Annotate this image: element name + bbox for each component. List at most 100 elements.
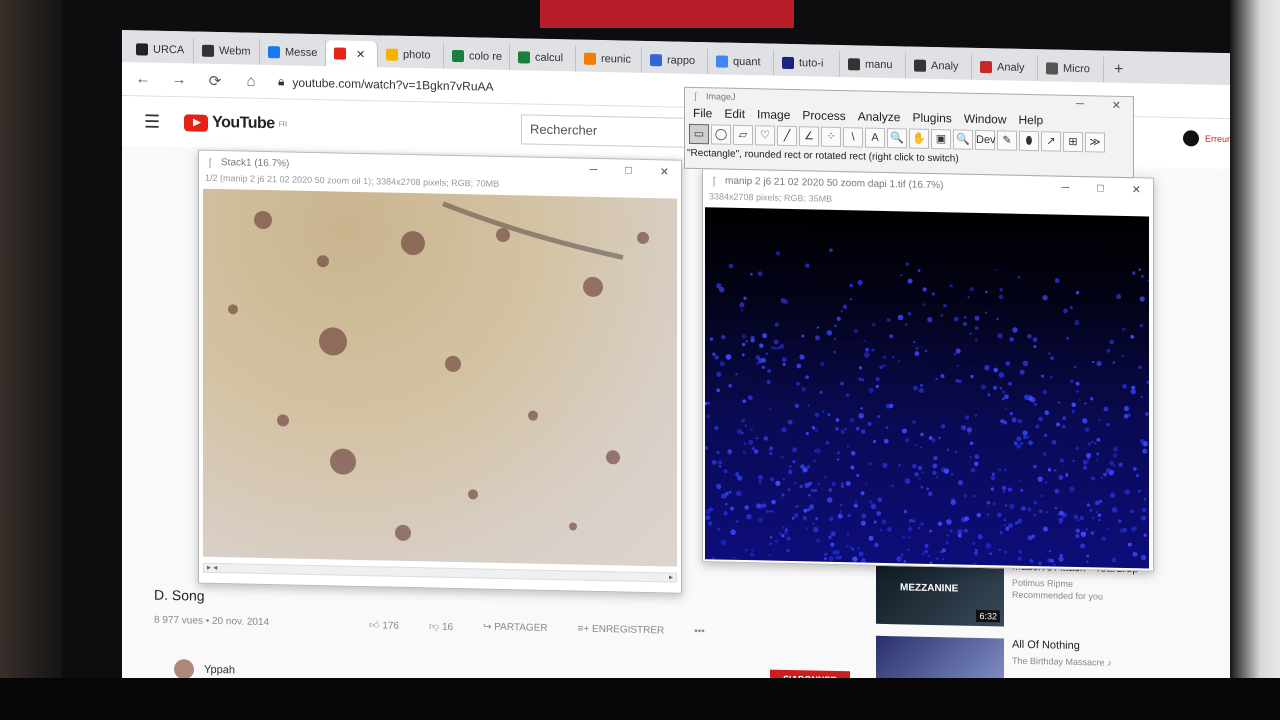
back-button[interactable]: ← — [134, 70, 152, 87]
tab-close-icon[interactable]: ✕ — [356, 47, 365, 60]
share-button[interactable]: ↪ PARTAGER — [483, 622, 548, 635]
imagej-tool-17-icon[interactable]: ⊞ — [1063, 131, 1083, 153]
youtube-logo[interactable]: YouTube FR — [184, 113, 287, 133]
imagej-main-window[interactable]: ⎰ ImageJ ─ ✕ File Edit Image Process Analyze… — [684, 86, 1134, 179]
imagej-menu-analyze[interactable]: Analyze — [858, 109, 901, 124]
minimize-button[interactable]: ─ — [589, 163, 597, 176]
minimize-button[interactable]: ─ — [1076, 97, 1084, 110]
imagej-menu-process[interactable]: Process — [802, 108, 845, 123]
imagej-tool-9-icon[interactable]: 🔍 — [887, 128, 907, 149]
nucleus-dot — [741, 333, 747, 339]
imagej-tool-5-icon[interactable]: ∠ — [799, 126, 819, 147]
imagej-tool-7-icon[interactable]: \ — [843, 127, 863, 148]
slice-forward-arrow[interactable]: ▸ — [669, 572, 673, 581]
nucleus-dot — [1130, 334, 1135, 339]
imagej-tool-16-icon[interactable]: ↗ — [1041, 131, 1061, 152]
close-button[interactable]: ✕ — [1132, 183, 1141, 196]
like-button[interactable]: 👍︎ 176 — [369, 619, 399, 632]
browser-tab[interactable]: Messe — [260, 38, 326, 67]
maximize-button[interactable]: □ — [625, 164, 632, 177]
browser-tab[interactable]: photo — [378, 41, 444, 69]
nucleus-dot — [782, 526, 785, 529]
home-button[interactable]: ⌂ — [242, 73, 260, 90]
nucleus-dot — [943, 303, 947, 308]
browser-tab[interactable]: Micro — [1038, 55, 1104, 83]
nucleus-dot — [1112, 453, 1118, 458]
dislike-button[interactable]: 👎︎ 16 — [429, 620, 453, 633]
reload-button[interactable]: ⟳ — [206, 71, 224, 89]
browser-tab[interactable]: reunic — [576, 45, 642, 73]
close-button[interactable]: ✕ — [660, 165, 669, 178]
browser-tab[interactable]: Analy — [906, 52, 972, 80]
imagej-menu-image[interactable]: Image — [757, 107, 790, 122]
nucleus-dot — [990, 487, 994, 491]
imagej-tool-4-icon[interactable]: ╱ — [777, 125, 797, 147]
browser-tab[interactable]: quant — [708, 48, 774, 76]
nucleus-dot — [733, 556, 736, 559]
nucleus-dot — [957, 480, 963, 486]
imagej-tool-13-icon[interactable]: Dev — [975, 129, 996, 151]
browser-tab[interactable]: calcul — [510, 44, 576, 72]
browser-tab[interactable]: Webm — [194, 37, 260, 65]
maximize-button[interactable]: □ — [1097, 182, 1104, 195]
nucleus-dot — [828, 535, 832, 540]
browser-tab[interactable]: URCA — [128, 36, 194, 64]
imagej-tool-8-icon[interactable]: A — [865, 127, 885, 148]
slice-back-arrow[interactable]: ▸ ◂ — [207, 563, 217, 572]
close-button[interactable]: ✕ — [1112, 98, 1121, 111]
nucleus-dot — [991, 472, 995, 476]
imagej-tool-12-icon[interactable]: 🔍 — [953, 129, 973, 150]
nucleus-dot — [1142, 448, 1148, 454]
nucleus-dot — [852, 556, 858, 562]
account-area[interactable]: Erreur — [1182, 130, 1230, 147]
nucleus-dot — [876, 511, 882, 516]
imagej-tool-14-icon[interactable]: ✎ — [997, 130, 1017, 151]
nucleus-dot — [1113, 464, 1116, 467]
brightfield-image[interactable] — [203, 188, 677, 567]
imagej-tool-6-icon[interactable]: ⁘ — [821, 126, 841, 148]
imagej-menu-help[interactable]: Help — [1019, 113, 1044, 128]
nucleus-dot — [946, 519, 952, 525]
nucleus-dot — [824, 476, 827, 479]
new-tab-button[interactable]: + — [1104, 57, 1133, 84]
imagej-tool-18-icon[interactable]: ≫ — [1085, 132, 1105, 153]
imagej-menu-plugins[interactable]: Plugins — [912, 111, 951, 126]
dapi-image-window[interactable]: ⎰ manip 2 j6 21 02 2020 50 zoom dapi 1.t… — [702, 168, 1154, 572]
nucleus-dot — [900, 553, 904, 557]
nucleus-dot — [845, 544, 849, 548]
forward-button[interactable]: → — [170, 71, 188, 88]
imagej-menu-window[interactable]: Window — [964, 112, 1007, 127]
browser-tab[interactable]: rappo — [642, 46, 708, 75]
nucleus-dot — [987, 393, 991, 397]
imagej-tool-3-icon[interactable]: ♡ — [755, 125, 775, 146]
nucleus-dot — [766, 380, 771, 384]
fluorescence-image[interactable] — [705, 207, 1149, 569]
imagej-tool-11-icon[interactable]: ▣ — [931, 128, 951, 150]
nucleus-dot — [837, 458, 840, 461]
more-actions-button[interactable]: ••• — [694, 626, 705, 638]
imagej-tool-10-icon[interactable]: ✋ — [909, 128, 929, 149]
browser-tab[interactable]: tuto-i — [774, 49, 840, 78]
imagej-tool-1-icon[interactable]: ◯ — [711, 124, 731, 145]
browser-tab[interactable]: colo re — [444, 42, 510, 71]
nucleus-dot — [1139, 296, 1145, 302]
imagej-menu-file[interactable]: File — [693, 106, 712, 120]
nucleus-dot — [792, 460, 796, 464]
nucleus-dot — [897, 314, 904, 321]
address-bar[interactable]: 🔒︎ youtube.com/watch?v=1Bgkn7vRuAA — [278, 74, 494, 94]
stack-image-window[interactable]: ⎰ Stack1 (16.7%) ─ □ ✕ 1/2 (manip 2 j6 2… — [198, 149, 682, 594]
imagej-tool-2-icon[interactable]: ▱ — [733, 124, 753, 146]
imagej-tool-0-icon[interactable]: ▭ — [689, 123, 709, 145]
browser-tab[interactable]: manu — [840, 51, 906, 79]
stack-slice-scrollbar[interactable]: ▸ ◂ ▸ — [203, 562, 677, 583]
nucleus-dot — [868, 535, 874, 541]
nucleus-dot — [783, 299, 789, 305]
save-button[interactable]: ≡+ ENREGISTRER — [578, 624, 665, 638]
nucleus-dot — [786, 536, 791, 541]
browser-tab[interactable]: Analy — [972, 53, 1038, 82]
imagej-tool-15-icon[interactable]: ⬮ — [1019, 130, 1039, 152]
hamburger-menu-icon[interactable]: ☰ — [144, 111, 160, 132]
minimize-button[interactable]: ─ — [1061, 181, 1069, 194]
browser-tab[interactable]: ✕ — [326, 40, 378, 68]
imagej-menu-edit[interactable]: Edit — [724, 107, 745, 121]
